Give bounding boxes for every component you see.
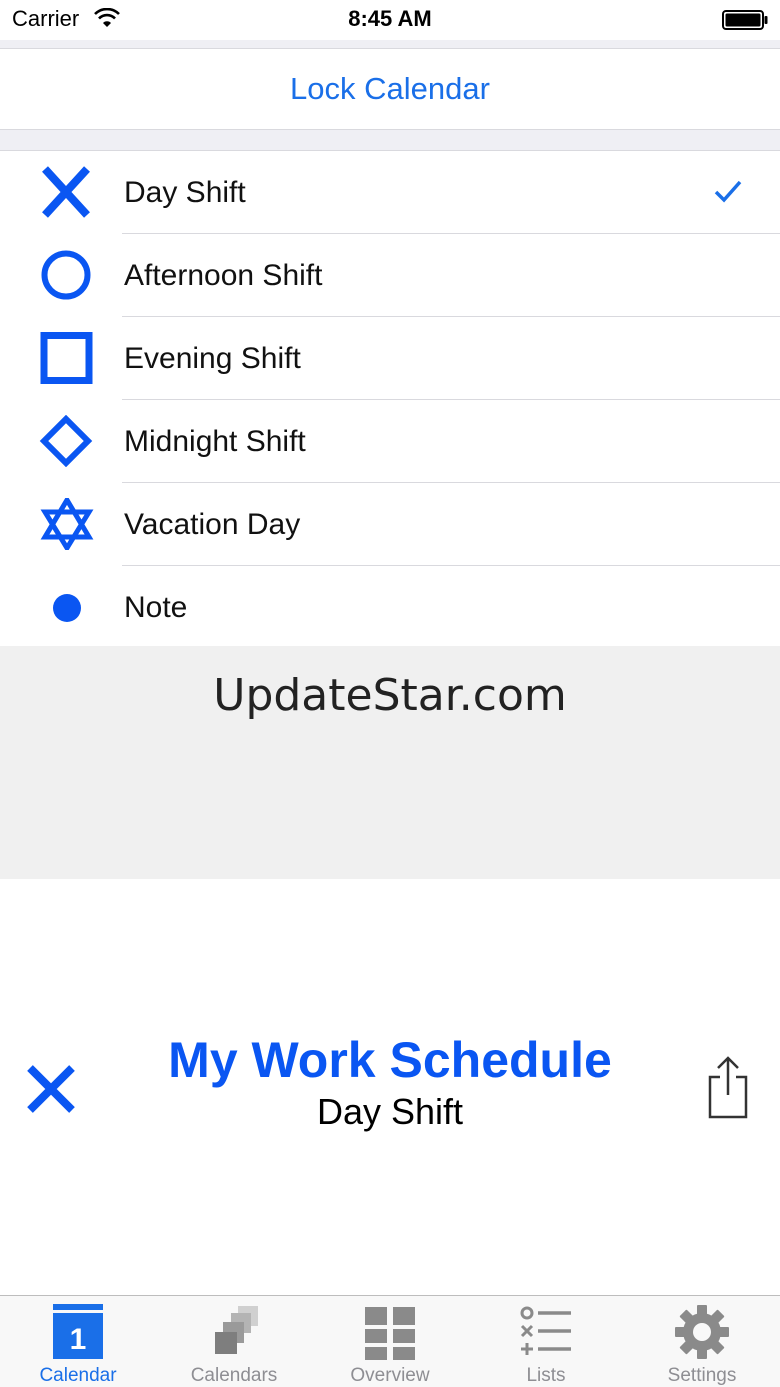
schedule-title: My Work Schedule	[168, 1032, 612, 1088]
circle-icon	[41, 250, 91, 300]
shift-label: Evening Shift	[124, 341, 301, 375]
shift-row-day[interactable]: Day Shift	[0, 151, 780, 234]
tab-overview[interactable]: Overview	[312, 1296, 468, 1387]
calendar-badge: 1	[70, 1323, 87, 1356]
shift-row-evening[interactable]: Evening Shift	[0, 317, 780, 400]
shift-row-note[interactable]: Note	[0, 566, 780, 649]
status-bar: Carrier 8:45 AM	[0, 0, 780, 40]
tab-bar: 1 Calendar Calendars Overview Lists Sett…	[0, 1295, 780, 1387]
checkmark-icon	[714, 180, 742, 203]
calendar-icon: 1	[53, 1304, 103, 1359]
dot-icon	[53, 594, 81, 622]
lock-calendar-label: Lock Calendar	[290, 71, 490, 106]
status-time: 8:45 AM	[348, 6, 432, 31]
ad-banner[interactable]: UpdateStar.com	[0, 646, 780, 879]
tab-label: Lists	[526, 1365, 566, 1386]
diamond-icon	[39, 415, 93, 467]
shift-list: Day Shift Afternoon Shift Evening Shift …	[0, 150, 780, 649]
shift-label: Day Shift	[124, 175, 246, 209]
tab-settings[interactable]: Settings	[624, 1296, 780, 1387]
shift-label: Midnight Shift	[124, 424, 306, 458]
gear-icon	[675, 1305, 729, 1359]
tab-lists[interactable]: Lists	[468, 1296, 624, 1387]
battery-icon	[722, 10, 768, 30]
shift-row-afternoon[interactable]: Afternoon Shift	[0, 234, 780, 317]
share-icon[interactable]	[704, 1055, 752, 1119]
tab-calendars[interactable]: Calendars	[156, 1296, 312, 1387]
shift-label: Afternoon Shift	[124, 258, 323, 292]
tab-label: Calendar	[39, 1365, 117, 1386]
shift-label: Note	[124, 590, 188, 624]
shift-row-vacation[interactable]: Vacation Day	[0, 483, 780, 566]
overview-icon	[365, 1307, 415, 1360]
tab-label: Settings	[667, 1365, 737, 1386]
tab-label: Calendars	[190, 1365, 278, 1386]
square-icon	[40, 332, 93, 384]
shift-row-midnight[interactable]: Midnight Shift	[0, 400, 780, 483]
lists-icon	[520, 1306, 571, 1355]
ad-text: UpdateStar.com	[213, 670, 567, 721]
tab-calendar[interactable]: 1 Calendar	[0, 1296, 156, 1387]
schedule-panel: My Work Schedule Day Shift	[0, 879, 780, 1295]
calendars-icon	[215, 1306, 258, 1354]
group-gap	[0, 40, 780, 48]
star-of-david-icon	[40, 498, 94, 550]
tab-label: Overview	[350, 1365, 430, 1386]
schedule-subtitle: Day Shift	[316, 1091, 464, 1132]
shift-label: Vacation Day	[124, 507, 301, 541]
x-mark-icon	[42, 166, 90, 218]
group-gap	[0, 130, 780, 150]
lock-calendar-button[interactable]: Lock Calendar	[0, 48, 780, 130]
